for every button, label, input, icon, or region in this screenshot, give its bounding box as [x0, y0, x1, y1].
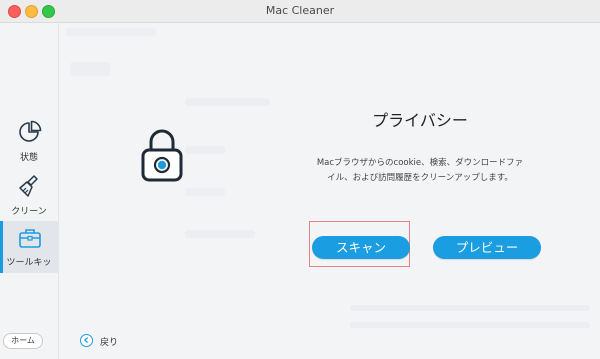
back-label: 戻り	[100, 338, 119, 348]
lock-icon	[141, 129, 183, 182]
background-ghost	[70, 62, 110, 76]
background-ghost	[185, 146, 225, 154]
pie-chart-icon	[19, 120, 42, 142]
background-ghost	[350, 305, 590, 311]
window-title: Mac Cleaner	[265, 4, 335, 17]
background-ghost	[185, 230, 255, 238]
toolbox-icon	[19, 229, 41, 248]
back-arrow-icon	[80, 334, 93, 347]
sidebar-item-clean[interactable]: クリーン	[0, 173, 58, 223]
description-line: Macブラウザからのcookie、検索、ダウンロードファ	[316, 158, 524, 168]
sidebar-item-label: クリーン	[11, 207, 47, 217]
background-ghost	[350, 322, 590, 328]
page-title: プライバシー	[372, 111, 468, 130]
background-ghost	[66, 28, 156, 36]
privacy-description: Macブラウザからのcookie、検索、ダウンロードファ イル、および訪問履歴を…	[313, 156, 527, 186]
scan-button[interactable]: スキャン	[312, 236, 410, 259]
sidebar-item-label: 状態	[19, 153, 38, 163]
title-bar: Mac Cleaner	[0, 0, 600, 23]
sidebar-item-status[interactable]: 状態	[0, 119, 58, 169]
description-line: イル、および訪問履歴をクリーンアップします。	[327, 173, 513, 183]
background-ghost	[185, 188, 225, 196]
preview-button[interactable]: プレビュー	[433, 236, 541, 259]
sidebar-item-label: ツールキッ	[6, 258, 52, 268]
home-button[interactable]: ホーム	[3, 333, 43, 349]
sidebar-item-toolkit[interactable]: ツールキッ	[0, 221, 58, 273]
background-ghost	[185, 98, 270, 106]
broom-icon	[19, 175, 38, 197]
sidebar: 状態 クリーン ツールキッ ホーム	[0, 23, 59, 359]
